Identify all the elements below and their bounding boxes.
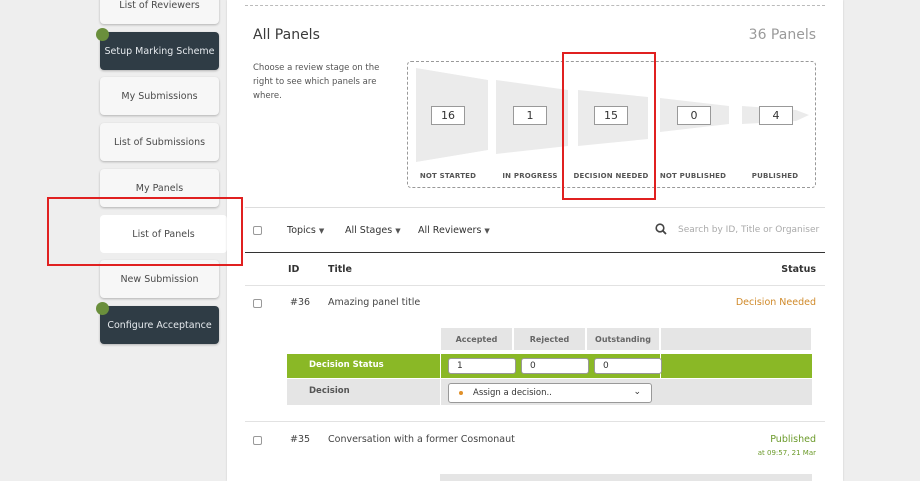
status-dot: [96, 28, 109, 41]
sidebar-item-list-of-submissions[interactable]: List of Submissions: [100, 123, 219, 161]
accepted-count-input[interactable]: 1: [448, 358, 516, 374]
help-text: Choose a review stage on the right to se…: [253, 63, 380, 101]
main-panel: All Panels 36 Panels Choose a review sta…: [227, 0, 843, 481]
sidebar-item-setup-marking-scheme[interactable]: Setup Marking Scheme: [100, 32, 219, 70]
sidebar-item-label: New Submission: [120, 273, 199, 285]
select-all-checkbox[interactable]: [253, 226, 262, 235]
reviewers-filter[interactable]: All Reviewers ▼: [418, 225, 490, 236]
stage-count: 4: [759, 106, 793, 125]
filter-label: All Reviewers: [418, 225, 482, 236]
search-icon[interactable]: [655, 223, 667, 235]
sidebar-item-my-submissions[interactable]: My Submissions: [100, 77, 219, 115]
rejected-count-input[interactable]: 0: [521, 358, 589, 374]
stage-count: 0: [677, 106, 711, 125]
status-badge: Published: [770, 434, 816, 445]
outstanding-header: Outstanding: [586, 327, 660, 351]
sidebar-item-label: My Panels: [135, 182, 184, 194]
column-header-status[interactable]: Status: [781, 264, 816, 275]
sidebar-item-label: List of Reviewers: [119, 0, 200, 11]
sidebar-item-label: My Submissions: [121, 90, 198, 102]
rejected-header: Rejected: [513, 327, 586, 351]
select-value: Assign a decision..: [473, 388, 552, 398]
stage-in-progress[interactable]: 1: [513, 106, 547, 125]
stage-count: 1: [513, 106, 547, 125]
divider: [245, 421, 825, 422]
page-title: All Panels: [253, 27, 320, 43]
chevron-down-icon: ▼: [318, 227, 325, 235]
decision-status-label: Decision Status: [309, 360, 384, 370]
next-decision-table: [440, 474, 812, 481]
row-id: #36: [290, 297, 311, 308]
outstanding-count-input[interactable]: 0: [594, 358, 662, 374]
status-badge: Decision Needed: [735, 297, 816, 308]
topics-filter[interactable]: Topics ▼: [287, 225, 324, 236]
stage-label: NOT PUBLISHED: [659, 172, 727, 180]
row-title[interactable]: Amazing panel title: [328, 297, 420, 308]
divider: [245, 252, 825, 253]
search-input[interactable]: Search by ID, Title or Organiser: [678, 225, 819, 235]
status-timestamp: at 09:57, 21 Mar: [757, 449, 816, 457]
highlight-box: [47, 197, 243, 266]
column-header-id[interactable]: ID: [288, 264, 299, 275]
highlight-box: [562, 52, 656, 200]
row-id: #35: [290, 434, 311, 445]
status-dot: [96, 302, 109, 315]
sidebar-item-list-of-reviewers[interactable]: List of Reviewers: [100, 0, 219, 24]
sidebar-item-label: Configure Acceptance: [107, 319, 212, 331]
sidebar-item-configure-acceptance[interactable]: Configure Acceptance: [100, 306, 219, 344]
chevron-down-icon: ▼: [395, 227, 401, 235]
chevron-down-icon: ▼: [484, 227, 490, 235]
stages-filter[interactable]: All Stages ▼: [345, 225, 401, 236]
column-header-title[interactable]: Title: [328, 264, 352, 275]
divider: [245, 207, 825, 208]
accepted-header: Accepted: [440, 327, 513, 351]
stage-published[interactable]: 4: [759, 106, 793, 125]
row-checkbox[interactable]: [253, 436, 262, 445]
decision-label: Decision: [309, 386, 350, 396]
stage-label: NOT STARTED: [419, 172, 477, 180]
empty-header: [660, 327, 812, 351]
divider: [440, 379, 441, 405]
stage-not-started[interactable]: 16: [431, 106, 465, 125]
filter-label: All Stages: [345, 225, 393, 236]
row-title[interactable]: Conversation with a former Cosmonaut: [328, 434, 515, 445]
row-checkbox[interactable]: [253, 299, 262, 308]
chevron-down-icon: ⌄: [633, 387, 641, 397]
divider: [440, 354, 441, 378]
filter-label: Topics: [287, 225, 316, 236]
stage-label: IN PROGRESS: [502, 172, 558, 180]
stage-label: PUBLISHED: [751, 172, 799, 180]
decision-select[interactable]: Assign a decision.. ⌄: [448, 383, 652, 403]
sidebar-item-label: Setup Marking Scheme: [104, 45, 215, 57]
sidebar-item-label: List of Submissions: [113, 136, 206, 148]
divider: [245, 5, 825, 6]
stage-count: 16: [431, 106, 465, 125]
divider: [245, 285, 825, 286]
panel-count: 36 Panels: [748, 27, 816, 43]
status-dot-icon: [459, 391, 463, 395]
stage-not-published[interactable]: 0: [677, 106, 711, 125]
